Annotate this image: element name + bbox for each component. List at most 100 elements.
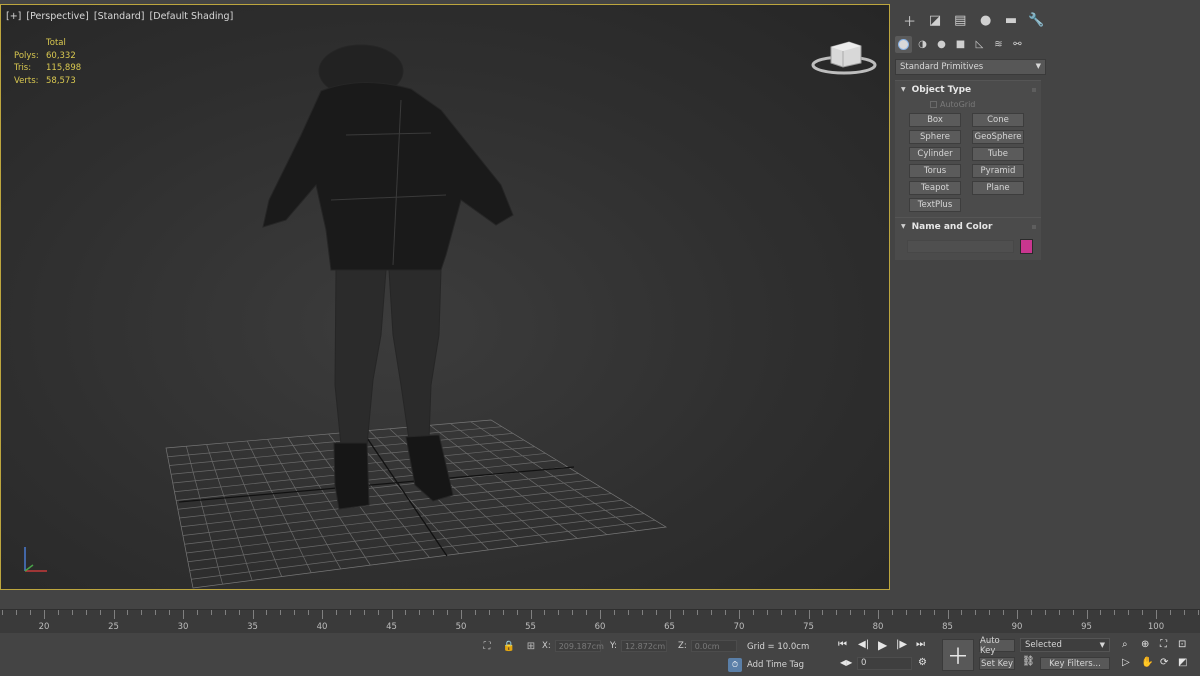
timeline-tick — [961, 610, 963, 615]
object-type-header[interactable]: ▼ Object Type — [895, 81, 1041, 98]
timeline-tick — [572, 610, 574, 615]
systems-icon[interactable]: ⚯ — [1009, 36, 1026, 53]
selection-set-value: Selected — [1025, 640, 1062, 650]
timeline-tick — [44, 610, 45, 619]
zoom-all-icon[interactable]: ⊕ — [1141, 639, 1149, 650]
x-coordinate: X: 209.187cm — [542, 640, 604, 652]
timeline-tick — [613, 610, 615, 615]
set-keys-icon[interactable]: ＋ — [942, 639, 974, 671]
sphere-button[interactable]: Sphere — [909, 130, 961, 144]
grid-size-label: Grid = 10.0cm — [747, 642, 810, 652]
isolate-selection-icon[interactable]: ⛶ — [480, 639, 494, 653]
hierarchy-icon[interactable]: ▤ — [950, 10, 971, 30]
timeline-tick — [308, 610, 310, 615]
field-of-view-icon[interactable]: ▷ — [1122, 657, 1130, 668]
key-target-icon[interactable]: ⛓ — [1022, 656, 1035, 667]
selection-set-dropdown[interactable]: Selected ▼ — [1020, 638, 1110, 652]
tube-button[interactable]: Tube — [972, 147, 1024, 161]
go-to-start-icon[interactable]: ⏮ — [838, 639, 847, 650]
next-frame-icon[interactable]: |▶ — [896, 639, 907, 650]
orbit-icon[interactable]: ⟳ — [1160, 657, 1168, 668]
viewport-shading-menu[interactable]: [Default Shading] — [150, 11, 234, 22]
previous-frame-icon[interactable]: ◀| — [858, 639, 869, 650]
cylinder-button[interactable]: Cylinder — [909, 147, 961, 161]
torus-button[interactable]: Torus — [909, 164, 961, 178]
y-field[interactable]: 12.872cm — [620, 640, 667, 652]
viewport-label-menu[interactable]: [+] [Perspective] [Standard] [Default Sh… — [6, 11, 235, 22]
timeline-label: 60 — [594, 622, 606, 632]
modify-icon[interactable]: ◪ — [924, 10, 945, 30]
zoom-extents-icon[interactable]: ⛶ — [1160, 639, 1167, 650]
checkbox-icon — [930, 100, 937, 108]
timeline-tick — [933, 610, 935, 615]
timeline-tick — [30, 610, 32, 615]
cameras-icon[interactable]: ■ — [952, 36, 969, 53]
helpers-icon[interactable]: ◺ — [971, 36, 988, 53]
selection-lock-icon[interactable]: 🔒 — [502, 639, 516, 653]
create-icon[interactable]: ＋ — [899, 10, 920, 30]
timeline-tick — [169, 610, 171, 615]
timeline-tick — [836, 610, 838, 615]
perspective-viewport[interactable]: [+] [Perspective] [Standard] [Default Sh… — [0, 4, 890, 590]
zoom-icon[interactable]: ⌕ — [1122, 639, 1128, 650]
cone-button[interactable]: Cone — [972, 113, 1024, 127]
pan-icon[interactable]: ✋ — [1141, 657, 1153, 668]
stats-header: Total — [46, 38, 66, 48]
timeline-tick — [655, 610, 657, 615]
x-field[interactable]: 209.187cm — [554, 640, 604, 652]
plane-button[interactable]: Plane — [972, 181, 1024, 195]
viewport-standard-menu[interactable]: [Standard] — [94, 11, 145, 22]
display-icon[interactable]: ▬ — [1000, 10, 1021, 30]
viewcube-icon[interactable] — [809, 35, 879, 81]
add-time-tag[interactable]: ⏱ Add Time Tag — [728, 658, 804, 672]
collapse-triangle-icon: ▼ — [901, 86, 906, 93]
geometry-icon[interactable] — [895, 36, 912, 53]
timeline-tick — [238, 610, 240, 615]
pyramid-button[interactable]: Pyramid — [972, 164, 1024, 178]
timeline-tick — [1030, 610, 1032, 615]
time-config-icon[interactable]: ⚙ — [918, 657, 927, 668]
teapot-button[interactable]: Teapot — [909, 181, 961, 195]
primitive-category-dropdown[interactable]: Standard Primitives ▼ — [895, 59, 1046, 75]
utilities-icon[interactable]: 🔧 — [1026, 10, 1047, 30]
key-filters-button[interactable]: Key Filters... — [1040, 657, 1110, 670]
z-field[interactable]: 0.0cm — [690, 640, 737, 652]
lights-icon[interactable]: ● — [933, 36, 950, 53]
box-button[interactable]: Box — [909, 113, 961, 127]
current-frame-field[interactable]: 0 — [857, 657, 912, 670]
space-warps-icon[interactable]: ≋ — [990, 36, 1007, 53]
chevron-down-icon: ▼ — [1099, 641, 1105, 649]
timeline-tick — [1142, 610, 1144, 615]
name-and-color-header[interactable]: ▼ Name and Color — [895, 218, 1041, 235]
timeline-tick — [419, 610, 421, 615]
timeline-label: 35 — [247, 622, 258, 632]
absolute-mode-icon[interactable]: ⊞ — [524, 639, 538, 653]
timeline-label: 65 — [664, 622, 675, 632]
timeline-tick — [627, 610, 629, 615]
auto-key-button[interactable]: Auto Key — [979, 636, 1015, 656]
set-key-button[interactable]: Set Key — [979, 657, 1015, 670]
rollout-title: Object Type — [911, 84, 972, 95]
timeline-label: 25 — [108, 622, 119, 632]
geosphere-button[interactable]: GeoSphere — [972, 130, 1024, 144]
viewport-general-menu[interactable]: [+] — [6, 11, 21, 22]
maximize-viewport-icon[interactable]: ◩ — [1178, 657, 1187, 668]
timeline-tick — [85, 610, 87, 615]
key-mode-icon[interactable]: ◀▶ — [840, 658, 852, 667]
object-color-swatch[interactable] — [1020, 239, 1033, 254]
name-and-color-rollout: ▼ Name and Color — [895, 217, 1041, 260]
viewport-pov-menu[interactable]: [Perspective] — [26, 11, 88, 22]
play-icon[interactable]: ▶ — [878, 638, 887, 652]
zoom-extents-all-icon[interactable]: ⊡ — [1178, 639, 1186, 650]
motion-icon[interactable]: ● — [975, 10, 996, 30]
textplus-button[interactable]: TextPlus — [909, 198, 961, 212]
object-name-field[interactable] — [907, 240, 1015, 253]
shapes-icon[interactable]: ◑ — [914, 36, 931, 53]
autogrid-checkbox[interactable]: AutoGrid — [930, 98, 1041, 110]
time-slider-track[interactable]: 20 25 30 35 40 45 50 55 60 65 70 75 80 85 90 95 100 — [0, 609, 1200, 633]
timeline-tick — [989, 610, 991, 615]
go-to-end-icon[interactable]: ⏭ — [916, 639, 925, 650]
timeline-tick — [280, 610, 282, 615]
scene-canvas — [165, 44, 668, 589]
timeline-tick — [878, 610, 879, 619]
